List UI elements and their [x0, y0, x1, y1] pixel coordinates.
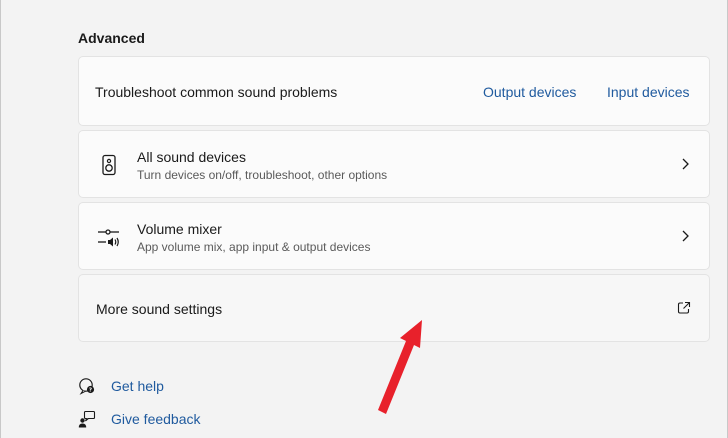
all-sound-devices-item[interactable]: All sound devices Turn devices on/off, t…	[78, 130, 710, 198]
volume-mixer-title: Volume mixer	[137, 221, 222, 237]
more-sound-settings-item[interactable]: More sound settings	[78, 274, 710, 342]
all-sound-devices-text: All sound devices Turn devices on/off, t…	[137, 149, 387, 182]
volume-mixer-item[interactable]: Volume mixer App volume mix, app input &…	[78, 202, 710, 270]
troubleshoot-label: Troubleshoot common sound problems	[95, 84, 338, 100]
all-sound-devices-title: All sound devices	[137, 149, 246, 165]
section-title-advanced: Advanced	[78, 30, 145, 46]
external-link-icon	[677, 301, 691, 314]
input-devices-link[interactable]: Input devices	[607, 84, 690, 100]
get-help-link[interactable]: ? Get help	[78, 376, 164, 396]
help-icon: ?	[79, 378, 95, 395]
give-feedback-link[interactable]: Give feedback	[78, 409, 201, 429]
output-devices-link[interactable]: Output devices	[483, 84, 576, 100]
speaker-icon	[102, 154, 116, 176]
volume-mixer-text: Volume mixer App volume mix, app input &…	[137, 221, 370, 254]
chevron-right-icon	[682, 230, 689, 242]
troubleshoot-card: Troubleshoot common sound problems Outpu…	[78, 56, 710, 126]
chevron-right-icon	[682, 158, 689, 170]
volume-mixer-subtitle: App volume mix, app input & output devic…	[137, 240, 371, 254]
get-help-label: Get help	[111, 378, 164, 394]
feedback-icon	[78, 410, 96, 428]
mixer-icon	[98, 229, 119, 247]
svg-text:?: ?	[89, 388, 92, 394]
give-feedback-label: Give feedback	[111, 411, 201, 427]
all-sound-devices-subtitle: Turn devices on/off, troubleshoot, other…	[137, 168, 388, 182]
more-sound-settings-label: More sound settings	[96, 301, 223, 317]
